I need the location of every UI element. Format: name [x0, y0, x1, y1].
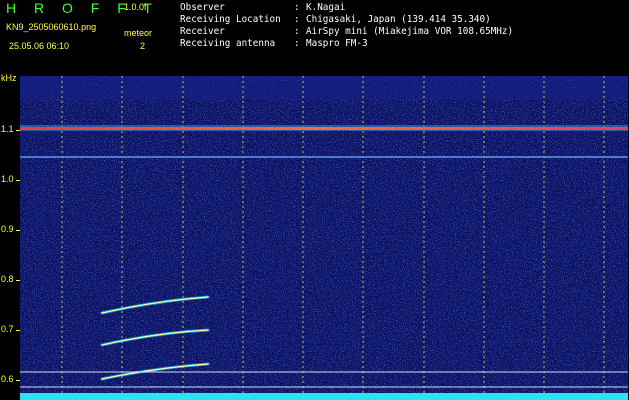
capture-datetime: 25.05.06 06:10: [9, 41, 70, 51]
info-value: Chigasaki, Japan (139.414 35.340): [306, 14, 491, 25]
info-separator: :: [294, 38, 300, 49]
spectrogram-canvas: [20, 76, 628, 394]
file-name: KN9_2505060610.png: [6, 22, 97, 32]
station-info: Observer: K.Nagai Receiving Location: Chig…: [180, 2, 513, 50]
header-panel: H R O F F T 1.0.0f KN9_2505060610.png 25…: [0, 0, 629, 74]
secondary-carrier-line: [20, 156, 628, 158]
signal-level-bar: [20, 393, 628, 400]
info-separator: :: [294, 14, 300, 25]
info-separator: :: [294, 2, 300, 13]
info-key: Receiving antenna: [180, 38, 276, 49]
noise-texture: [20, 76, 628, 394]
meteor-count-value: 2: [140, 41, 146, 51]
info-value: Maspro FM-3: [306, 38, 368, 49]
info-key: Receiving Location: [180, 14, 281, 25]
y-axis-unit: kHz: [1, 73, 17, 83]
app-version: 1.0.0f: [124, 2, 147, 12]
y-tick-label: 1.1: [1, 124, 14, 134]
y-tick-label: 0.6: [1, 374, 14, 384]
info-value: K.Nagai: [306, 2, 346, 13]
info-key: Receiver: [180, 26, 225, 37]
spectrogram: [20, 76, 628, 394]
meteor-count-label: meteor: [124, 28, 153, 38]
info-value: AirSpy mini (Miakejima VOR 108.65MHz): [306, 26, 514, 37]
y-tick-label: 0.8: [1, 274, 14, 284]
info-key: Observer: [180, 2, 225, 13]
y-tick-label: 0.9: [1, 224, 14, 234]
y-tick-label: 0.7: [1, 324, 14, 334]
info-separator: :: [294, 26, 300, 37]
top-noise-band: [20, 76, 628, 100]
carrier-line: [20, 127, 628, 130]
y-tick-label: 1.0: [1, 174, 14, 184]
